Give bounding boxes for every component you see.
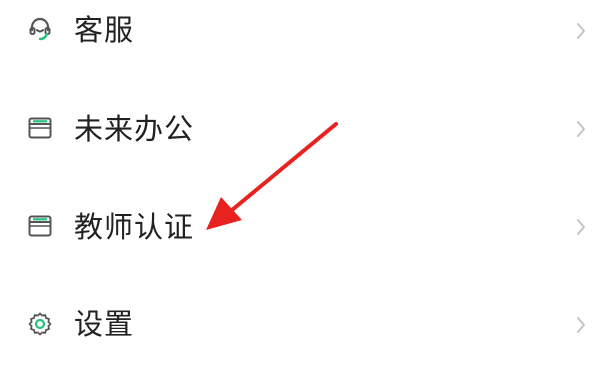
chevron-right-icon (577, 23, 585, 39)
menu-item-teacher-certification[interactable]: 教师认证 (0, 192, 600, 262)
menu-item-customer-service[interactable]: 客服 (0, 0, 600, 70)
menu-item-label: 客服 (74, 13, 135, 47)
menu-item-label: 未来办公 (74, 112, 195, 146)
gear-icon (28, 312, 52, 336)
menu-item-label: 设置 (74, 307, 135, 341)
window-icon (28, 117, 52, 139)
chevron-right-icon (577, 219, 585, 235)
chevron-right-icon (577, 121, 585, 137)
settings-menu: 客服 未来办公 教师认证 设置 (0, 0, 600, 370)
chevron-right-icon (577, 317, 585, 333)
menu-item-settings[interactable]: 设置 (0, 290, 600, 360)
headset-icon (29, 17, 51, 41)
menu-item-future-office[interactable]: 未来办公 (0, 95, 600, 165)
menu-item-label: 教师认证 (74, 210, 195, 244)
window-icon (28, 215, 52, 237)
